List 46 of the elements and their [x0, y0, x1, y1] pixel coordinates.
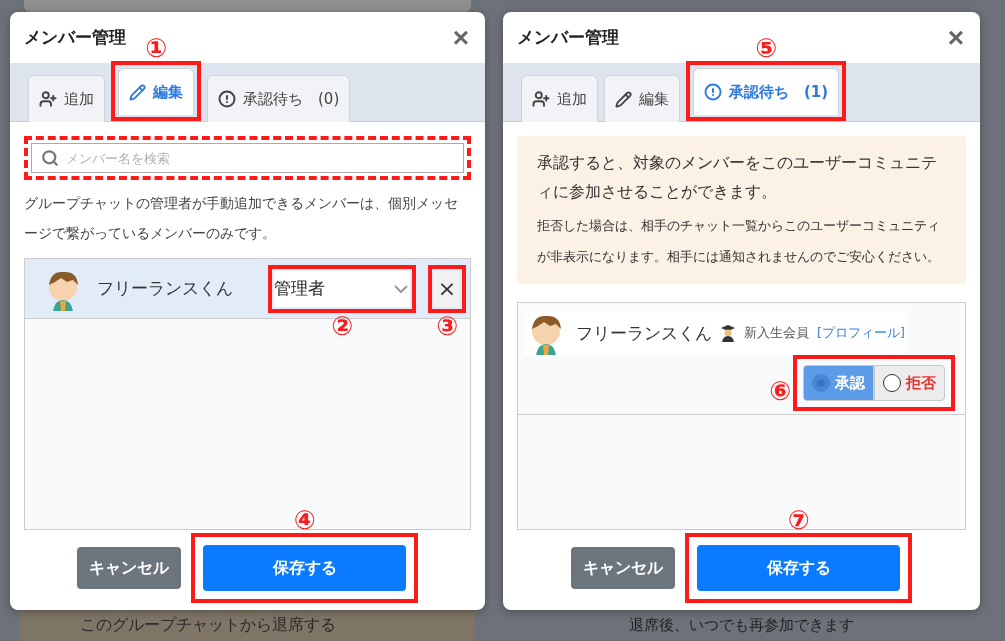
notice-detail: 拒否した場合は、相手のチャット一覧からこのユーザーコミュニティが非表示になります。相手には通知されませんのでご安心ください。 [537, 217, 941, 266]
profile-link[interactable]: [プロフィール] [817, 324, 905, 342]
leave-note: 退席後、いつでも再参加できます [628, 615, 855, 635]
tab[interactable]: 編集 [604, 75, 680, 122]
decision-option[interactable]: 承認 [803, 365, 874, 401]
exclamation-icon [704, 83, 722, 101]
close-button[interactable]: × [450, 23, 471, 52]
decision-option[interactable]: 拒否 [874, 365, 945, 401]
radio-icon [812, 374, 830, 392]
tab[interactable]: 承認待ち (0) [207, 75, 351, 122]
callout-number: ① [145, 35, 167, 61]
leave-button[interactable]: このグループチャットから退席する [20, 610, 475, 641]
chevron-icon [394, 284, 408, 293]
save-button[interactable]: 保存する [697, 545, 900, 591]
callout-number: ③ [436, 312, 458, 339]
tab[interactable]: 編集 [118, 68, 194, 115]
search-icon [41, 149, 59, 167]
tab[interactable]: 追加 [521, 75, 598, 122]
member-rank: 新入生会員 [744, 324, 809, 342]
member-name: フリーランスくん [97, 277, 233, 300]
callout-number: ⑤ [755, 35, 778, 61]
exclamation-icon [218, 90, 236, 108]
save-button[interactable]: 保存する [203, 545, 406, 591]
callout-number: ④ [293, 507, 316, 533]
user-plus-icon [39, 90, 57, 108]
user-plus-icon [532, 90, 550, 108]
callout-number: ⑥ [769, 378, 791, 405]
search-field[interactable]: メンバー名を検索 [31, 143, 464, 173]
callout-number: ② [331, 312, 353, 339]
close-button[interactable]: × [945, 23, 966, 52]
tab[interactable]: 追加 [28, 75, 105, 122]
callout-number: ⑦ [787, 507, 810, 533]
notice-text: 承認すると、対象のメンバーをこのユーザーコミュニティに参加させることができます。 [537, 152, 938, 203]
dialog-title: メンバー管理 [517, 26, 619, 49]
graduate-icon [720, 324, 736, 342]
tab[interactable]: 承認待ち (1) [693, 68, 840, 115]
dialog-title: メンバー管理 [24, 26, 126, 49]
pencil-icon [129, 83, 146, 101]
member-name: フリーランスくん [576, 321, 712, 345]
cancel-button[interactable]: キャンセル [77, 547, 181, 589]
cancel-button[interactable]: キャンセル [571, 547, 675, 589]
remove-button[interactable]: × [434, 270, 460, 307]
help-text: グループチャットの管理者が手動追加できるメンバーは、個別メッセージで繋がっているメンバーのみです。 [24, 194, 459, 243]
pencil-icon [615, 90, 632, 108]
radio-icon [883, 374, 901, 392]
role-select[interactable]: 管理者 [274, 270, 410, 307]
